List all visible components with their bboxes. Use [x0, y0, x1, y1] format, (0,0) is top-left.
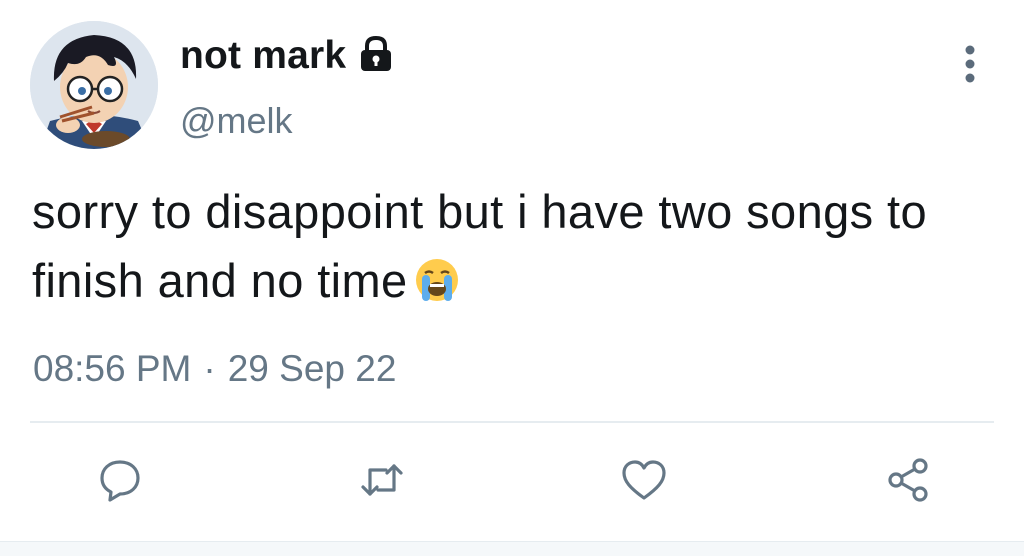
retweet-button[interactable]	[354, 452, 410, 508]
tweet-date: 29 Sep 22	[227, 348, 397, 389]
tweet-timestamp[interactable]: 08:56 PM · 29 Sep 22	[33, 348, 396, 390]
like-button[interactable]	[616, 452, 672, 508]
tweet-time: 08:56 PM	[33, 348, 192, 389]
retweet-icon	[361, 464, 403, 496]
more-vertical-icon	[965, 45, 975, 83]
tweet-text-body: sorry to disappoint but i have two songs…	[32, 185, 928, 307]
author-handle[interactable]: @melk	[180, 100, 293, 142]
reply-button[interactable]	[92, 452, 148, 508]
lock-icon	[346, 35, 394, 78]
reply-icon	[100, 460, 140, 502]
loudly-crying-face-icon	[408, 254, 460, 307]
tweet-card: not mark @melk sorry to disappoint but i…	[0, 0, 1024, 556]
timestamp-separator: ·	[203, 348, 216, 389]
display-name-text: not mark	[180, 34, 347, 77]
heart-icon	[622, 460, 666, 500]
share-icon	[888, 458, 928, 502]
divider	[30, 421, 994, 423]
bottom-separator	[0, 541, 1024, 556]
more-options-button[interactable]	[952, 40, 988, 88]
author-display-name[interactable]: not mark	[180, 34, 394, 78]
action-bar	[0, 452, 1024, 512]
tweet-text: sorry to disappoint but i have two songs…	[32, 177, 932, 315]
avatar[interactable]	[30, 21, 158, 149]
share-button[interactable]	[880, 452, 936, 508]
